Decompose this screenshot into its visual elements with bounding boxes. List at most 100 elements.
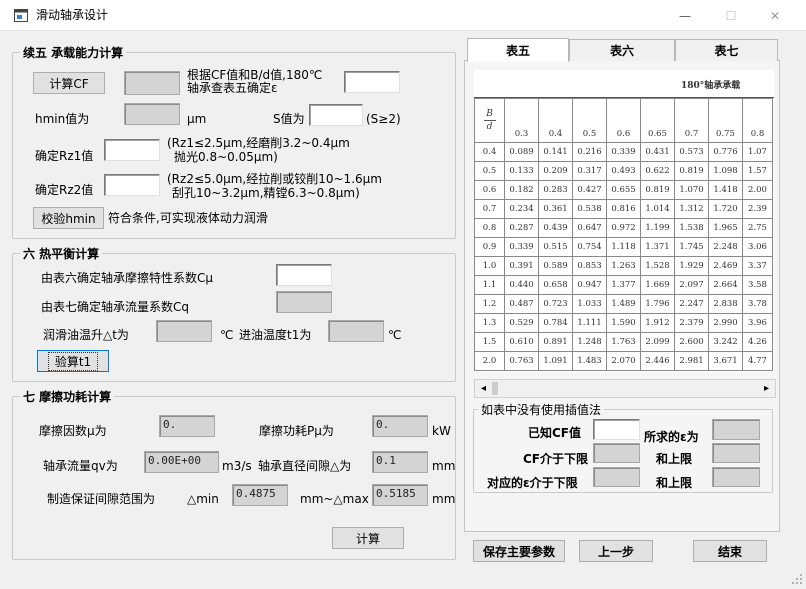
table5-cell: 0.776 xyxy=(708,142,743,162)
table5-row-header: 0.4 xyxy=(474,142,505,162)
table5-cell: 2.247 xyxy=(674,294,709,314)
maximize-button[interactable]: ☐ xyxy=(708,0,754,31)
table5-cell: 1.929 xyxy=(674,256,709,276)
minimize-icon: — xyxy=(679,8,691,23)
mu-value-field: 0. xyxy=(159,415,215,437)
table5-column-header: 0.8 xyxy=(742,98,773,143)
dmin-label: △min xyxy=(187,492,219,506)
table5-cell: 1.57 xyxy=(742,161,773,181)
section6-title: 六 热平衡计算 xyxy=(20,247,103,261)
title-bar: 滑动轴承设计 — ☐ ✕ xyxy=(0,0,806,31)
table5-cell: 2.00 xyxy=(742,180,773,200)
table5-cell: 0.947 xyxy=(572,275,607,295)
close-button[interactable]: ✕ xyxy=(752,0,798,31)
table5-cell: 0.538 xyxy=(572,199,607,219)
verify-hmin-button[interactable]: 校验hmin xyxy=(33,207,104,229)
table5-cell: 0.427 xyxy=(572,180,607,200)
mu-label: 摩擦因数μ为 xyxy=(39,424,107,438)
table5-row: 0.9 0.339 0.515 0.754 1.118 1.371 1.745 2.248 3.… xyxy=(474,237,773,257)
table5-cell: 0.972 xyxy=(606,218,641,238)
table5-cell: 2.39 xyxy=(742,199,773,219)
tab-table6[interactable]: 表六 xyxy=(569,39,675,61)
table5-cell: 1.033 xyxy=(572,294,607,314)
table-horizontal-scrollbar[interactable]: ◂ ▸ xyxy=(474,379,776,398)
previous-step-button[interactable]: 上一步 xyxy=(579,540,653,562)
calc-friction-button[interactable]: 计算 xyxy=(332,527,404,549)
verify-t1-button[interactable]: 验算t1 xyxy=(37,350,109,372)
table5-cell: 1.014 xyxy=(640,199,675,219)
pmu-label: 摩擦功耗Pμ为 xyxy=(259,424,334,438)
table5-cell: 0.589 xyxy=(538,256,573,276)
table5-cell: 0.234 xyxy=(504,199,539,219)
table5-row: 0.5 0.133 0.209 0.317 0.493 0.622 0.819 1.098 1.… xyxy=(474,161,773,181)
pmu-unit: kW xyxy=(432,424,451,438)
table5-column-header: 0.4 xyxy=(538,98,573,143)
rz2-input[interactable] xyxy=(104,174,160,196)
table5-cell: 2.75 xyxy=(742,218,773,238)
save-params-button[interactable]: 保存主要参数 xyxy=(473,540,565,562)
table5-row-header: 0.6 xyxy=(474,180,505,200)
cmu-input[interactable] xyxy=(276,264,332,286)
table5-cell: 0.622 xyxy=(640,161,675,181)
inlet-temp-unit: ℃ xyxy=(388,328,402,342)
table5-cell: 0.133 xyxy=(504,161,539,181)
table5-cell: 2.990 xyxy=(708,313,743,333)
finish-button[interactable]: 结束 xyxy=(693,540,767,562)
rz1-label: 确定Rz1值 xyxy=(35,149,94,163)
s-label: S值为 xyxy=(273,112,305,126)
tab-table7[interactable]: 表七 xyxy=(675,39,778,61)
s-value-input[interactable] xyxy=(309,104,363,126)
table5-cell: 0.754 xyxy=(572,237,607,257)
table5-header-row: Bd 0.3 0.4 0.5 0.6 0.65 0.7 0.75 0.8 xyxy=(474,98,773,143)
table5-row: 0.7 0.234 0.361 0.538 0.816 1.014 1.312 1.720 2.… xyxy=(474,199,773,219)
table5-cell: 3.242 xyxy=(708,332,743,352)
close-icon: ✕ xyxy=(769,8,781,23)
table5-cell: 0.391 xyxy=(504,256,539,276)
table5-cell: 0.089 xyxy=(504,142,539,162)
table5-cell: 2.838 xyxy=(708,294,743,314)
rz2-label: 确定Rz2值 xyxy=(35,183,94,197)
table5-cell: 1.070 xyxy=(674,180,709,200)
table5-cell: 0.819 xyxy=(640,180,675,200)
rz1-input[interactable] xyxy=(104,139,160,161)
table5-cell: 2.981 xyxy=(674,351,709,371)
rz1-note-line2: 抛光0.8~0.05μm) xyxy=(174,150,278,164)
calc-cf-button[interactable]: 计算CF xyxy=(33,72,105,94)
table5-cell: 1.538 xyxy=(674,218,709,238)
table5-cell: 0.529 xyxy=(504,313,539,333)
table5-cell: 3.06 xyxy=(742,237,773,257)
minimize-button[interactable]: — xyxy=(662,0,708,31)
table5-row: 1.3 0.529 0.784 1.111 1.590 1.912 2.379 2.990 3.… xyxy=(474,313,773,333)
table5-cell: 2.099 xyxy=(640,332,675,352)
hmin-unit: μm xyxy=(187,112,207,126)
table5-cell: 0.339 xyxy=(606,142,641,162)
table5-cell: 3.96 xyxy=(742,313,773,333)
tab-table5[interactable]: 表五 xyxy=(467,38,569,62)
table5-grid: Bd 0.3 0.4 0.5 0.6 0.65 0.7 0.75 0.8 0.4 0.089 0.14… xyxy=(474,98,773,371)
table5-cell: 1.263 xyxy=(606,256,641,276)
temp-rise-label: 润滑油温升△t为 xyxy=(43,328,129,342)
known-cf-input[interactable] xyxy=(593,419,640,440)
table5-cell: 1.965 xyxy=(708,218,743,238)
cq-value-field xyxy=(276,291,332,313)
table5-cell: 0.361 xyxy=(538,199,573,219)
table5-cell: 0.819 xyxy=(674,161,709,181)
table5-column-header: 0.7 xyxy=(674,98,709,143)
table5-cell: 0.784 xyxy=(538,313,573,333)
cf-lower-label: CF介于下限 xyxy=(523,452,589,466)
resize-grip-icon[interactable] xyxy=(790,572,804,586)
table5-cell: 1.796 xyxy=(640,294,675,314)
inlet-temp-label: 进油温度t1为 xyxy=(239,328,312,342)
table5-cell: 0.891 xyxy=(538,332,573,352)
dmax-value-field: 0.5185 xyxy=(372,484,428,506)
cf-upper-label: 和上限 xyxy=(656,452,693,466)
scroll-thumb[interactable] xyxy=(492,382,498,395)
s-condition: (S≥2) xyxy=(366,112,401,126)
scroll-right-icon[interactable]: ▸ xyxy=(759,381,774,396)
epsilon-input[interactable] xyxy=(344,71,400,93)
corner-d: d xyxy=(486,122,493,132)
table5-row-header: 0.8 xyxy=(474,218,505,238)
table5-cell: 1.489 xyxy=(606,294,641,314)
scroll-left-icon[interactable]: ◂ xyxy=(476,381,491,396)
table5-row-header: 1.1 xyxy=(474,275,505,295)
